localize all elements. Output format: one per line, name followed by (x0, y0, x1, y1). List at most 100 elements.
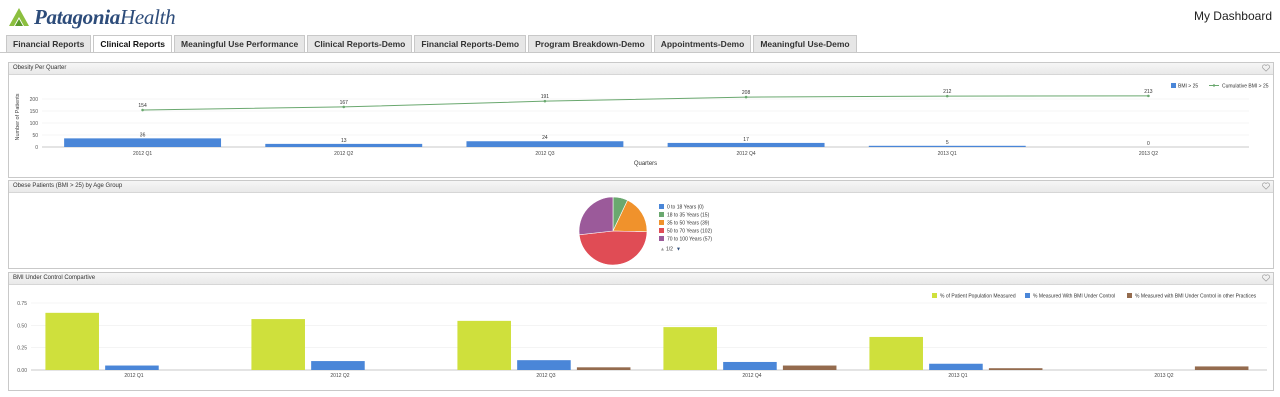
bar (457, 320, 511, 370)
panel-obesity-per-quarter: Obesity Per Quarter Number of Patients 0 5… (8, 62, 1274, 178)
tab-clinical-reports-demo[interactable]: Clinical Reports-Demo (307, 35, 413, 52)
logo-mark-icon (9, 8, 29, 26)
line-point (141, 108, 144, 112)
bar (782, 365, 837, 370)
bar (723, 361, 777, 370)
y-axis-label: Number of Patients (15, 93, 21, 140)
x-tick-label: 2012 Q1 (133, 151, 152, 157)
x-tick-label: 2012 Q2 (334, 151, 353, 157)
x-tick-label: 2013 Q1 (938, 151, 957, 157)
bar (311, 361, 365, 370)
legend-label: Cumulative BMI > 25 (1222, 84, 1269, 90)
bar (105, 365, 159, 370)
panel-age-group: Obese Patients (BMI > 25) by Age Group 0… (8, 180, 1274, 269)
line-data-label: 212 (943, 89, 952, 95)
legend-marker (1212, 84, 1216, 87)
legend: % of Patient Population Measured % Measur… (932, 293, 1257, 300)
legend-label: 50 to 70 Years (102) (667, 229, 712, 235)
bar-data-label: 13 (341, 138, 347, 144)
tab-financial-reports-demo[interactable]: Financial Reports-Demo (414, 35, 527, 52)
bmi-comparative-chart: 0.00 0.25 0.50 0.75 2012 Q1 2012 Q2 2012 Q3 201… (17, 293, 1267, 379)
panel-title: BMI Under Control Compartive (13, 275, 96, 281)
legend: 0 to 18 Years (0) 18 to 35 Years (15) 35 t… (659, 204, 712, 253)
y-tick-label: 200 (30, 97, 39, 103)
pie-slice (578, 230, 648, 266)
x-tick-label: 2013 Q1 (948, 373, 967, 379)
my-dashboard-link[interactable]: My Dashboard (1194, 9, 1272, 23)
line-point (1147, 94, 1150, 98)
panel-header: Obesity Per Quarter (9, 63, 1273, 75)
legend-swatch (932, 293, 937, 298)
bar (929, 363, 983, 370)
bar (988, 368, 1043, 370)
x-tick-label: 2012 Q2 (330, 373, 349, 379)
panel-title: Obesity Per Quarter (13, 65, 67, 71)
favorite-icon[interactable] (1262, 274, 1270, 282)
line-point (342, 105, 346, 109)
bar-data-label: 36 (140, 132, 146, 138)
tab-program-breakdown-demo[interactable]: Program Breakdown-Demo (528, 35, 652, 52)
y-tick-label: 100 (30, 121, 39, 127)
legend-swatch (659, 212, 664, 217)
tab-meaningful-use-demo[interactable]: Meaningful Use-Demo (753, 35, 857, 52)
legend-label: 18 to 35 Years (15) (667, 213, 710, 219)
bar (576, 367, 631, 370)
x-tick-label: 2012 Q1 (124, 373, 143, 379)
x-tick-label: 2012 Q3 (536, 373, 555, 379)
bar-data-label: 0 (1147, 141, 1150, 147)
bar (517, 360, 571, 370)
x-tick-label: 2013 Q2 (1139, 151, 1158, 157)
bar-data-label: 5 (946, 140, 949, 146)
legend-next-icon: ▼ (676, 247, 681, 253)
panel-header: BMI Under Control Compartive (9, 273, 1273, 285)
logo-text-light: Health (119, 4, 176, 29)
line-point (543, 99, 547, 103)
legend-label: 70 to 100 Years (57) (667, 237, 712, 243)
legend-swatch (1025, 293, 1030, 298)
panel-title: Obese Patients (BMI > 25) by Age Group (13, 183, 123, 189)
bar (663, 327, 717, 370)
tab-bar-divider (0, 52, 1280, 53)
legend-label: % Measured with BMI Under Control in oth… (1135, 294, 1257, 300)
legend: BMI > 25 Cumulative BMI > 25 (1171, 83, 1269, 90)
obesity-chart: Number of Patients 0 50 100 150 200 36 2012 Q1 1… (15, 83, 1269, 167)
tab-appointments-demo[interactable]: Appointments-Demo (653, 35, 752, 52)
legend-label: 0 to 18 Years (0) (667, 205, 704, 211)
line-point (744, 95, 748, 99)
bar (466, 141, 624, 147)
age-group-pie-chart: 0 to 18 Years (0) 18 to 35 Years (15) 35 t… (578, 196, 712, 266)
tab-bar: Financial Reports Clinical Reports Meani… (6, 35, 859, 53)
bar (45, 312, 99, 370)
pie-slice (578, 196, 614, 236)
tab-clinical-reports[interactable]: Clinical Reports (93, 35, 173, 53)
tab-financial-reports[interactable]: Financial Reports (6, 35, 92, 52)
line-data-label: 208 (742, 90, 751, 96)
legend-swatch (1171, 83, 1176, 88)
line-data-label: 167 (340, 100, 349, 106)
legend-swatch (659, 228, 664, 233)
bar (64, 138, 222, 147)
favorite-icon[interactable] (1262, 64, 1270, 72)
logo-text: PatagoniaHealth (34, 4, 176, 30)
legend-swatch (1127, 293, 1132, 298)
x-tick-label: 2013 Q2 (1154, 373, 1173, 379)
favorite-icon[interactable] (1262, 182, 1270, 190)
bar-data-label: 17 (743, 137, 749, 143)
line-data-label: 154 (138, 103, 147, 109)
legend-swatch (659, 236, 664, 241)
y-tick-label: 0.00 (17, 368, 27, 374)
logo-text-bold: Patagonia (34, 4, 120, 29)
y-tick-label: 150 (30, 109, 39, 115)
legend-label: % of Patient Population Measured (940, 294, 1016, 300)
x-axis-label: Quarters (634, 161, 657, 167)
line-data-label: 191 (541, 94, 550, 100)
x-tick-label: 2012 Q3 (535, 151, 554, 157)
panel-header: Obese Patients (BMI > 25) by Age Group (9, 181, 1273, 193)
y-tick-label: 50 (32, 133, 38, 139)
logo[interactable]: PatagoniaHealth (8, 4, 176, 30)
series-line (142, 95, 1149, 111)
bar (1194, 366, 1249, 370)
y-tick-label: 0.50 (17, 323, 27, 329)
y-tick-label: 0.75 (17, 301, 27, 307)
tab-meaningful-use-performance[interactable]: Meaningful Use Performance (174, 35, 306, 52)
